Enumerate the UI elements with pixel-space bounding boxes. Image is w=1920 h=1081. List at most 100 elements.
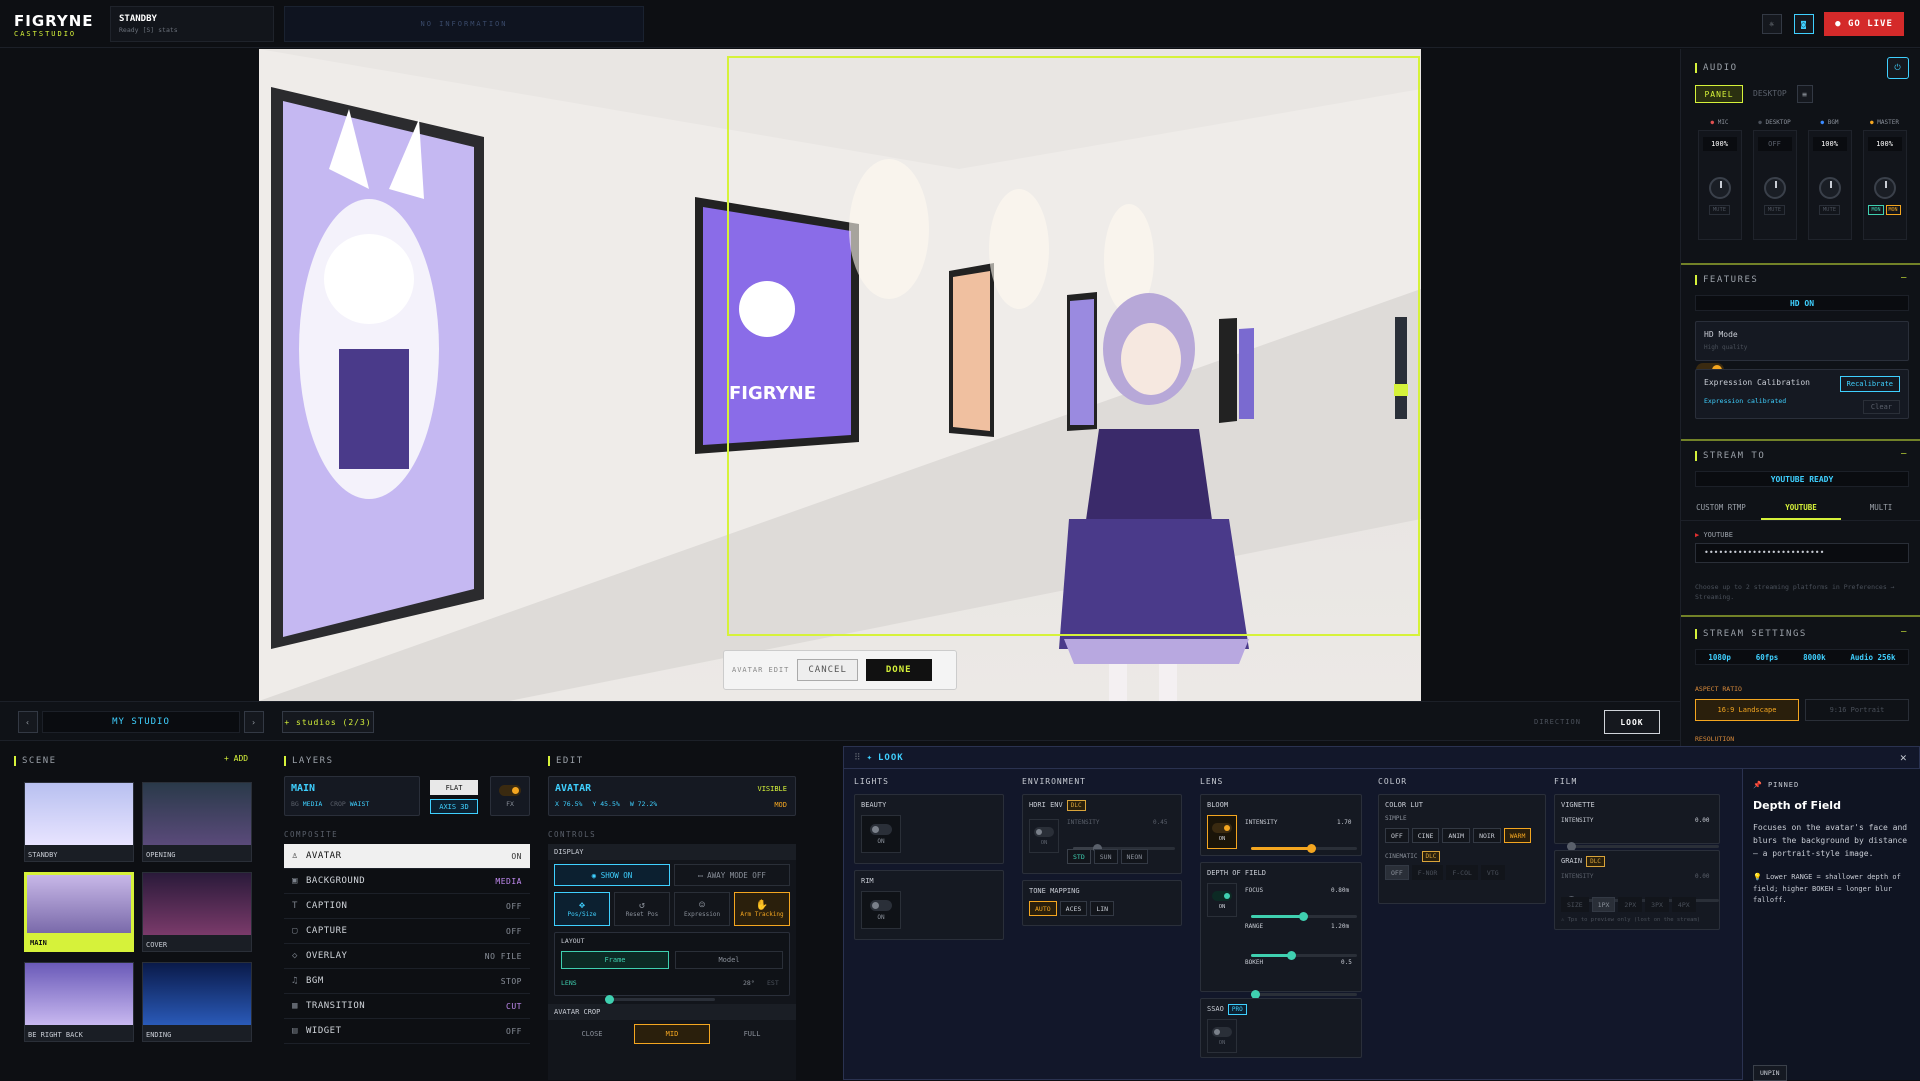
drag-handle-icon[interactable]: ⠿ [854,753,861,763]
grain-2px[interactable]: 2PX [1618,897,1643,912]
tab-multi[interactable]: MULTI [1841,497,1920,520]
bloom-toggle[interactable] [1212,822,1232,833]
hdri-std[interactable]: STD [1067,849,1091,864]
range-slider[interactable] [1251,951,1357,960]
hdri-toggle[interactable] [1034,826,1054,837]
done-button[interactable]: DONE [865,659,932,681]
crop-close[interactable]: CLOSE [554,1024,630,1044]
desktop-tab[interactable]: DESKTOP [1753,89,1787,98]
bloom-toggle-box[interactable]: ON [1207,815,1237,849]
mute-button[interactable]: MUTE [1818,205,1841,215]
scene-card[interactable]: OPENING [142,782,252,862]
cancel-button[interactable]: CANCEL [797,659,858,681]
lut-noir[interactable]: NOIR [1473,828,1501,843]
go-live-button[interactable]: ● GO LIVE [1824,12,1904,36]
layer-main-card[interactable]: MAIN BG MEDIA CROP WAIST [284,776,420,816]
lut-off[interactable]: OFF [1385,828,1409,843]
studios-button[interactable]: + studios (2/3) [282,711,374,733]
hdri-neon[interactable]: NEON [1120,849,1149,864]
lut-cine[interactable]: CINE [1411,828,1440,843]
dof-toggle-box[interactable]: ON [1207,883,1237,917]
prev-studio-button[interactable]: ‹ [18,711,38,733]
pos-size-tool[interactable]: ✥ Pos/Size [554,892,610,926]
layer-row[interactable]: ▢ CAPTURE OFF [284,919,530,944]
volume-knob[interactable] [1763,177,1786,199]
layer-row[interactable]: ▣ BACKGROUND MEDIA [284,869,530,894]
grain-3px[interactable]: 3PX [1645,897,1669,912]
brightness-button[interactable]: ☼ [1762,14,1782,34]
crop-mid[interactable]: MID [634,1024,710,1044]
scene-card[interactable]: MAIN [24,872,134,952]
fx-toggle[interactable] [499,784,521,796]
dof-toggle[interactable] [1212,890,1232,901]
tone-lin[interactable]: LIN [1090,901,1115,916]
mute-button[interactable]: MUTE [1763,205,1786,215]
portrait-button[interactable]: 9:16 Portrait [1805,699,1909,721]
add-scene-button[interactable]: + ADD [224,754,248,763]
layer-row[interactable]: ▤ WIDGET OFF [284,1019,530,1044]
volume-knob[interactable] [1818,177,1841,199]
preview-canvas[interactable]: FIGRYNE AVATAR EDIT CANCEL DONE [259,49,1421,701]
layer-row[interactable]: ♫ BGM STOP [284,969,530,994]
next-studio-button[interactable]: › [244,711,264,733]
mute-button[interactable]: MUTE [1708,205,1731,215]
menu-button[interactable]: ≡ [1797,85,1813,103]
features-collapse-button[interactable]: — [1901,273,1906,283]
volume-knob[interactable] [1873,177,1896,199]
lens-slider[interactable] [605,995,715,1004]
beauty-toggle-box[interactable]: ON [861,815,901,853]
unpin-button[interactable]: UNPIN [1753,1065,1787,1081]
scene-card[interactable]: COVER [142,872,252,952]
tab-youtube[interactable]: YOUTUBE [1761,497,1841,520]
volume-knob[interactable] [1708,177,1731,199]
vignette-slider[interactable] [1567,842,1719,851]
layer-row[interactable]: T CAPTION OFF [284,894,530,919]
tab-custom-rtmp[interactable]: CUSTOM RTMP [1681,497,1761,520]
tone-auto[interactable]: AUTO [1029,901,1057,916]
panel-tab[interactable]: PANEL [1695,85,1743,103]
hdri-sun[interactable]: SUN [1093,849,1118,864]
cine-fnor[interactable]: F-NOR [1411,865,1444,880]
expression-tool[interactable]: ☺ Expression [674,892,730,926]
frame-button[interactable]: Frame [561,951,669,969]
recalibrate-button[interactable]: Recalibrate [1839,376,1900,392]
out-button[interactable]: MON [1885,205,1901,215]
clear-button[interactable]: Clear [1862,400,1900,414]
flat-button[interactable]: FLAT [430,780,478,795]
ssao-toggle-box[interactable]: ON [1207,1019,1237,1053]
model-button[interactable]: Model [675,951,783,969]
cine-fcol[interactable]: F-COL [1446,865,1478,880]
focus-slider[interactable] [1251,912,1357,921]
stream-collapse-button[interactable]: — [1901,449,1906,459]
arm-tracking-tool[interactable]: ✋ Arm Tracking [734,892,790,926]
rim-toggle-box[interactable]: ON [861,891,901,929]
hdri-toggle-box[interactable]: ON [1029,819,1059,853]
rim-toggle[interactable] [870,899,892,911]
layer-row[interactable]: ♙ AVATAR ON [284,844,530,869]
scene-card[interactable]: STANDBY [24,782,134,862]
lut-warm[interactable]: WARM [1503,828,1532,843]
mon-button[interactable]: MON [1868,205,1884,215]
show-on-button[interactable]: ◉ SHOW ON [554,864,670,886]
lut-anim[interactable]: ANIM [1442,828,1471,843]
reset-pos-tool[interactable]: ↺ Reset Pos [614,892,670,926]
scene-card[interactable]: BE RIGHT BACK [24,962,134,1042]
layer-row[interactable]: ▦ TRANSITION CUT [284,994,530,1019]
grain-1px[interactable]: 1PX [1591,897,1616,912]
tone-aces[interactable]: ACES [1059,901,1088,916]
cine-vtg[interactable]: VTG [1480,865,1505,880]
beauty-toggle[interactable] [870,823,892,835]
bloom-intensity-slider[interactable] [1251,844,1357,853]
crop-full[interactable]: FULL [714,1024,790,1044]
settings-collapse-button[interactable]: — [1901,627,1906,637]
axis-3d-button[interactable]: AXIS 3D [430,799,478,814]
look-toggle-button[interactable]: LOOK [1604,710,1660,734]
away-mode-button[interactable]: ▭ AWAY MODE OFF [674,864,790,886]
power-button[interactable]: ⏻ [1887,57,1909,79]
layer-row[interactable]: ◇ OVERLAY NO FILE [284,944,530,969]
scene-card[interactable]: ENDING [142,962,252,1042]
bokeh-slider[interactable] [1251,990,1357,999]
grain-4px[interactable]: 4PX [1671,897,1696,912]
cine-off[interactable]: OFF [1385,865,1409,880]
landscape-button[interactable]: 16:9 Landscape [1695,699,1799,721]
